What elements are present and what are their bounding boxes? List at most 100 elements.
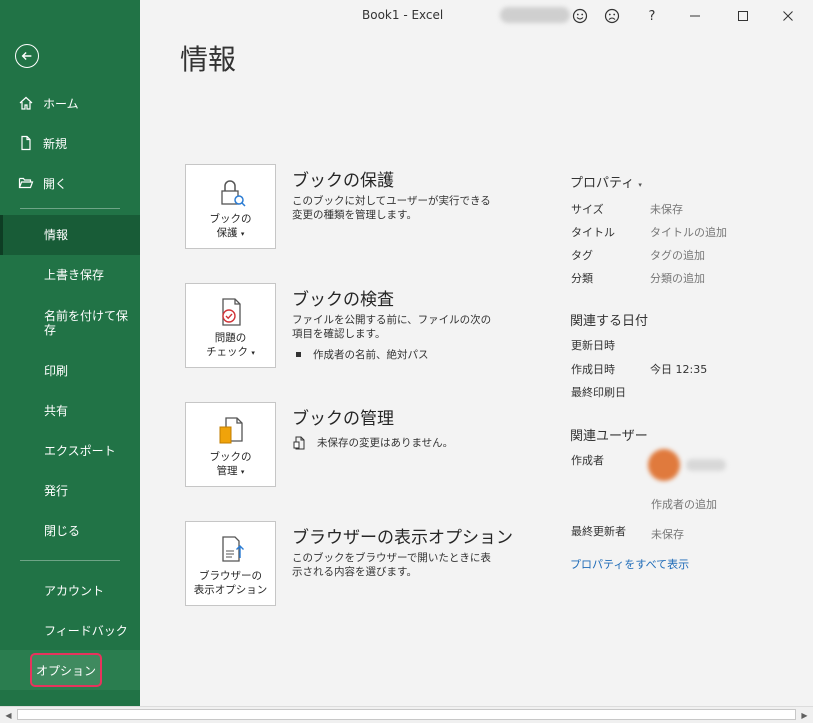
sidebar-item-save[interactable]: 上書き保存: [0, 255, 140, 295]
title-input[interactable]: タイトルの追加: [650, 224, 727, 240]
sidebar-divider: [20, 560, 120, 561]
property-label: 最終印刷日: [571, 386, 626, 399]
browser-view-options-button[interactable]: ブラウザーの 表示オプション: [185, 521, 276, 606]
protect-workbook-label: ブックの 保護 ▾: [210, 212, 252, 241]
sidebar-bottom-nav: アカウント フィードバック: [0, 570, 140, 650]
manage-workbook-button[interactable]: ブックの 管理 ▾: [185, 402, 276, 487]
manage-status-row: 未保存の変更はありません。: [293, 435, 453, 450]
maximize-icon[interactable]: [733, 6, 753, 26]
sidebar-item-label: 名前を付けて保存: [44, 309, 129, 337]
browser-view-icon: [221, 536, 244, 562]
bullet-icon: [296, 352, 301, 357]
page-title: 情報: [180, 43, 237, 76]
property-label: 分類: [571, 272, 593, 285]
horizontal-scrollbar[interactable]: ◀ ▶: [0, 706, 813, 723]
sidebar-item-label: 新規: [43, 136, 68, 151]
frown-feedback-icon[interactable]: [602, 6, 622, 26]
sidebar-item-label: 共有: [44, 404, 69, 418]
sidebar-item-label: エクスポート: [44, 444, 116, 458]
show-all-properties-link[interactable]: プロパティをすべて表示: [570, 556, 689, 572]
add-author-input[interactable]: 作成者の追加: [651, 496, 717, 512]
sidebar-item-label: 印刷: [44, 364, 69, 378]
sidebar-item-label: 上書き保存: [44, 268, 105, 282]
manage-workbook-icon: [219, 417, 243, 444]
sidebar-item-label: 閉じる: [44, 524, 81, 538]
property-label: 作成日時: [571, 363, 615, 376]
lock-key-icon: [220, 180, 246, 207]
inspect-section-title: ブックの検査: [292, 290, 394, 310]
tags-input[interactable]: タグの追加: [650, 247, 705, 263]
check-for-issues-label: 問題の チェック ▾: [206, 331, 255, 360]
sidebar-top-nav: ホーム 新規 開く: [0, 83, 140, 203]
sidebar-item-feedback[interactable]: フィードバック: [0, 610, 140, 650]
browser-view-options-label: ブラウザーの 表示オプション: [193, 570, 268, 596]
document-check-icon: [221, 298, 241, 326]
sidebar-item-save-as[interactable]: 名前を付けて保存: [0, 295, 140, 351]
protect-section-desc: このブックに対してユーザーが実行できる変更の種類を管理します。: [292, 195, 491, 221]
property-value: 未保存: [650, 203, 683, 216]
browser-section-title: ブラウザーの表示オプション: [292, 528, 513, 548]
sidebar-item-home[interactable]: ホーム: [0, 83, 140, 123]
account-name-blurred[interactable]: [500, 7, 570, 23]
help-icon[interactable]: ?: [642, 6, 662, 26]
property-label: 作成者: [571, 454, 604, 467]
sidebar-item-account[interactable]: アカウント: [0, 570, 140, 610]
protect-workbook-button[interactable]: ブックの 保護 ▾: [185, 164, 276, 249]
manage-status-text: 未保存の変更はありません。: [317, 437, 454, 449]
scroll-left-icon[interactable]: ◀: [0, 707, 17, 723]
sidebar-item-close[interactable]: 閉じる: [0, 511, 140, 551]
scroll-right-icon[interactable]: ▶: [796, 707, 813, 723]
manage-label-text: ブックの 管理: [209, 451, 252, 477]
browser-section-desc: このブックをブラウザーで開いたときに表示される内容を選びます。: [292, 552, 491, 578]
property-label: タイトル: [571, 226, 615, 239]
property-label: サイズ: [571, 203, 604, 216]
properties-heading[interactable]: プロパティ ▾: [570, 172, 642, 191]
sidebar-item-print[interactable]: 印刷: [0, 351, 140, 391]
sidebar-item-label: ホーム: [43, 96, 79, 111]
related-people-heading: 関連ユーザー: [570, 429, 648, 444]
author-avatar: [648, 449, 680, 481]
sidebar-item-info[interactable]: 情報: [0, 215, 140, 255]
dropdown-caret-icon: ▾: [638, 181, 642, 189]
created-date-value: 今日 12:35: [650, 363, 708, 376]
minimize-icon[interactable]: [685, 6, 705, 26]
dropdown-caret-icon: ▾: [240, 230, 245, 238]
sidebar-item-share[interactable]: 共有: [0, 391, 140, 431]
smile-feedback-icon[interactable]: [570, 6, 590, 26]
sidebar-item-options-row: オプション: [0, 650, 140, 690]
sidebar-item-label: 発行: [44, 484, 69, 498]
inspect-label-text: 問題の チェック: [206, 332, 249, 358]
inspect-bullet-text: 作成者の名前、絶対パス: [313, 349, 429, 361]
window-title: Book1 - Excel: [362, 8, 444, 22]
related-dates-heading: 関連する日付: [570, 314, 649, 329]
sidebar-item-options[interactable]: オプション: [30, 653, 102, 687]
sidebar-item-open[interactable]: 開く: [0, 163, 140, 203]
scrollbar-track[interactable]: [17, 709, 796, 720]
new-file-icon: [18, 135, 34, 151]
check-for-issues-button[interactable]: 問題の チェック ▾: [185, 283, 276, 368]
sidebar-item-label: アカウント: [44, 583, 105, 598]
manage-workbook-label: ブックの 管理 ▾: [210, 450, 252, 479]
property-label: 更新日時: [571, 339, 615, 352]
sidebar-item-export[interactable]: エクスポート: [0, 431, 140, 471]
protect-section-title: ブックの保護: [292, 171, 394, 191]
backstage-sidebar: ホーム 新規 開く 情報 上書き保存 名前を付けて保存 印刷 共有 エクスポート…: [0, 0, 140, 706]
protect-label-text: ブックの 保護: [209, 213, 252, 239]
categories-input[interactable]: 分類の追加: [650, 270, 705, 286]
last-modified-value: 未保存: [651, 528, 684, 541]
properties-heading-text: プロパティ: [570, 176, 635, 191]
sidebar-item-new[interactable]: 新規: [0, 123, 140, 163]
inspect-section-desc: ファイルを公開する前に、ファイルの次の項目を確認します。: [292, 314, 492, 340]
folder-open-icon: [18, 175, 34, 191]
close-icon[interactable]: [778, 6, 798, 26]
sidebar-item-label: フィードバック: [44, 623, 128, 638]
home-icon: [18, 95, 34, 111]
property-label: タグ: [571, 249, 593, 262]
property-label: 最終更新者: [571, 525, 626, 538]
back-arrow-icon[interactable]: [15, 44, 39, 68]
author-name-blurred: [686, 459, 726, 471]
inspect-bullet: 作成者の名前、絶対パス: [296, 347, 429, 362]
sidebar-item-publish[interactable]: 発行: [0, 471, 140, 511]
sidebar-item-label: 情報: [44, 228, 69, 242]
manage-section-title: ブックの管理: [292, 409, 394, 429]
